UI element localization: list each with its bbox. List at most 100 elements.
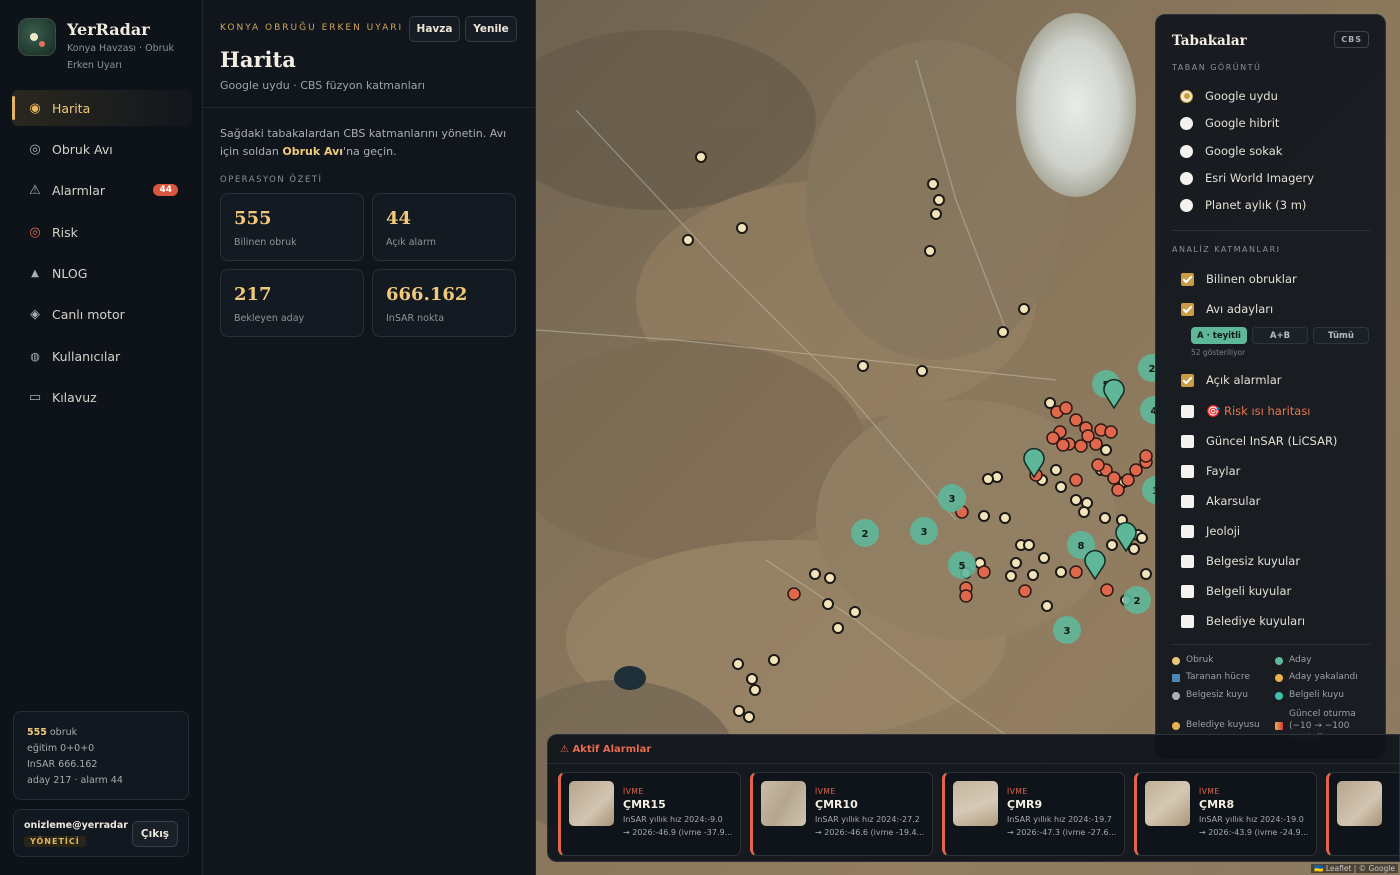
layer-rivers[interactable]: Akarsular xyxy=(1181,494,1260,508)
checkbox-icon[interactable] xyxy=(1181,404,1194,418)
sinkhole-marker[interactable] xyxy=(1099,512,1111,524)
sinkhole-marker[interactable] xyxy=(1106,539,1118,551)
sinkhole-marker[interactable] xyxy=(743,711,755,723)
sinkhole-marker[interactable] xyxy=(999,512,1011,524)
alarm-marker[interactable] xyxy=(787,587,801,601)
nav-item-alarmlar[interactable]: ⚠ Alarmlar 44 xyxy=(12,173,192,209)
checkbox-icon[interactable] xyxy=(1181,614,1194,628)
map-attribution[interactable]: 🇺🇦 Leaflet | © Google xyxy=(1311,864,1398,873)
layer-known-sinkholes[interactable]: Bilinen obruklar xyxy=(1181,272,1297,286)
radio-icon[interactable] xyxy=(1180,171,1193,185)
alarm-marker[interactable] xyxy=(1069,473,1083,487)
filter-all[interactable]: Tümü xyxy=(1313,327,1369,344)
sinkhole-marker[interactable] xyxy=(824,572,836,584)
alarm-marker[interactable] xyxy=(977,565,991,579)
base-layer-google-hybrid[interactable]: Google hibrit xyxy=(1180,116,1279,130)
alarm-marker[interactable] xyxy=(1107,471,1121,485)
sinkhole-marker[interactable] xyxy=(933,194,945,206)
sinkhole-marker[interactable] xyxy=(1140,568,1152,580)
sinkhole-marker[interactable] xyxy=(857,360,869,372)
sinkhole-marker[interactable] xyxy=(749,684,761,696)
base-layer-planet[interactable]: Planet aylık (3 m) xyxy=(1180,198,1306,212)
sinkhole-marker[interactable] xyxy=(1100,444,1112,456)
sinkhole-marker[interactable] xyxy=(849,606,861,618)
layer-undocumented-wells[interactable]: Belgesiz kuyular xyxy=(1181,554,1300,568)
base-layer-google-street[interactable]: Google sokak xyxy=(1180,144,1282,158)
cluster-count[interactable]: 3 xyxy=(921,527,928,538)
cluster-count[interactable]: 8 xyxy=(1078,541,1085,552)
sinkhole-marker[interactable] xyxy=(1055,481,1067,493)
alarm-marker[interactable] xyxy=(1018,584,1032,598)
alarm-card-partial[interactable] xyxy=(1326,772,1399,856)
radio-icon[interactable] xyxy=(1180,198,1193,212)
sinkhole-marker[interactable] xyxy=(978,510,990,522)
sinkhole-marker[interactable] xyxy=(809,568,821,580)
filter-a-confirmed[interactable]: A · teyitli xyxy=(1191,327,1247,344)
cluster-count[interactable]: 3 xyxy=(1064,626,1071,637)
alarm-card[interactable]: İVME ÇMR10 InSAR yıllık hız 2024:-27.2 → … xyxy=(750,772,933,856)
sinkhole-marker[interactable] xyxy=(1070,494,1082,506)
sinkhole-marker[interactable] xyxy=(924,245,936,257)
basin-button[interactable]: Havza xyxy=(409,16,460,42)
logout-button[interactable]: Çıkış xyxy=(132,821,178,847)
sinkhole-marker[interactable] xyxy=(1050,464,1062,476)
alarm-marker[interactable] xyxy=(1069,413,1083,427)
cluster-count[interactable]: 3 xyxy=(949,494,956,505)
layer-municipal-wells[interactable]: Belediye kuyuları xyxy=(1181,614,1305,628)
alarm-marker[interactable] xyxy=(1104,425,1118,439)
alarm-marker[interactable] xyxy=(959,589,973,603)
layer-insar-licsar[interactable]: Güncel InSAR (LiCSAR) xyxy=(1181,434,1337,448)
sinkhole-marker[interactable] xyxy=(916,365,928,377)
alarm-marker[interactable] xyxy=(1081,429,1095,443)
cluster-count[interactable]: 5 xyxy=(959,561,966,572)
layer-risk-heatmap[interactable]: 🎯 Risk ısı haritası xyxy=(1181,404,1311,418)
nav-item-risk[interactable]: ◎ Risk xyxy=(12,214,192,250)
sinkhole-marker[interactable] xyxy=(1023,539,1035,551)
layer-hunt-candidates[interactable]: Avı adayları xyxy=(1181,302,1273,316)
sinkhole-marker[interactable] xyxy=(1010,557,1022,569)
sinkhole-marker[interactable] xyxy=(930,208,942,220)
sinkhole-marker[interactable] xyxy=(1078,506,1090,518)
checkbox-icon[interactable] xyxy=(1181,373,1194,387)
sinkhole-marker[interactable] xyxy=(927,178,939,190)
checkbox-icon[interactable] xyxy=(1181,584,1194,598)
layer-faults[interactable]: Faylar xyxy=(1181,464,1240,478)
checkbox-icon[interactable] xyxy=(1181,434,1194,448)
nav-item-obruk-avi[interactable]: ◎ Obruk Avı xyxy=(12,131,192,167)
alarm-marker[interactable] xyxy=(1129,463,1143,477)
filter-a-b[interactable]: A+B xyxy=(1252,327,1308,344)
alarm-marker[interactable] xyxy=(1091,458,1105,472)
sinkhole-marker[interactable] xyxy=(997,326,1009,338)
alarm-marker[interactable] xyxy=(1059,401,1073,415)
alarm-card[interactable]: İVME ÇMR8 InSAR yıllık hız 2024:-19.0 → 2… xyxy=(1134,772,1317,856)
sinkhole-marker[interactable] xyxy=(736,222,748,234)
sinkhole-marker[interactable] xyxy=(1055,566,1067,578)
alarm-marker[interactable] xyxy=(1121,473,1135,487)
nav-item-kullanicilar[interactable]: ◍ Kullanıcılar xyxy=(12,338,192,374)
brand[interactable]: YerRadar Konya Havzası · Obruk Erken Uya… xyxy=(18,18,187,74)
alarm-marker[interactable] xyxy=(1069,565,1083,579)
cluster-count[interactable]: 2 xyxy=(862,529,869,540)
base-layer-google-satellite[interactable]: Google uydu xyxy=(1180,89,1278,103)
checkbox-icon[interactable] xyxy=(1181,272,1194,286)
alarm-card[interactable]: İVME ÇMR9 InSAR yıllık hız 2024:-19.7 → 2… xyxy=(942,772,1125,856)
sinkhole-marker[interactable] xyxy=(822,598,834,610)
cluster-count[interactable]: 2 xyxy=(1134,596,1141,607)
sinkhole-marker[interactable] xyxy=(682,234,694,246)
obruk-avi-link[interactable]: Obruk Avı xyxy=(282,145,343,158)
checkbox-icon[interactable] xyxy=(1181,524,1194,538)
checkbox-icon[interactable] xyxy=(1181,554,1194,568)
sinkhole-marker[interactable] xyxy=(732,658,744,670)
nav-item-nlog[interactable]: ▲ NLOG xyxy=(12,256,192,292)
sinkhole-marker[interactable] xyxy=(1136,532,1148,544)
sinkhole-marker[interactable] xyxy=(1128,543,1140,555)
alarm-marker[interactable] xyxy=(1111,483,1125,497)
checkbox-icon[interactable] xyxy=(1181,302,1194,316)
sinkhole-marker[interactable] xyxy=(832,622,844,634)
sinkhole-marker[interactable] xyxy=(1041,600,1053,612)
alarm-marker[interactable] xyxy=(1056,438,1070,452)
radio-icon[interactable] xyxy=(1180,89,1193,103)
sinkhole-marker[interactable] xyxy=(733,705,745,717)
nav-item-harita[interactable]: ◉ Harita xyxy=(12,90,192,126)
layer-geology[interactable]: Jeoloji xyxy=(1181,524,1240,538)
